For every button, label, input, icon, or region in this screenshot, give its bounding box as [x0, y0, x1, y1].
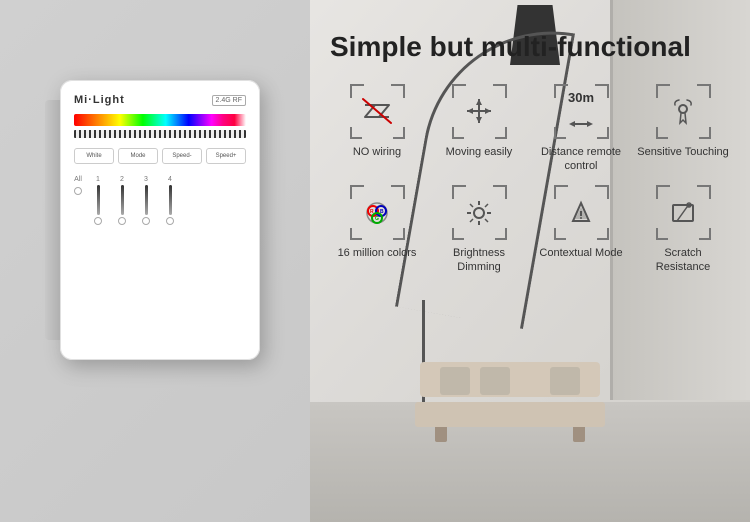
- sofa-leg-left: [435, 427, 447, 442]
- feature-contextual-mode: Contextual Mode: [534, 185, 628, 275]
- distance-value: 30m: [568, 90, 594, 105]
- contextual-icon-box: [554, 185, 609, 240]
- distance-icon-box: 30m: [554, 84, 609, 139]
- sofa-legs: [430, 427, 590, 442]
- mode-buttons-row: White Mode Speed- Speed+: [74, 148, 246, 164]
- zone-1-button[interactable]: [94, 217, 102, 225]
- no-wiring-icon: [361, 95, 393, 127]
- svg-text:G: G: [375, 216, 379, 222]
- device-header: Mi·Light 2.4G RF: [74, 94, 246, 106]
- contextual-icon: [565, 197, 597, 229]
- milight-device: Mi·Light 2.4G RF White Mode Speed- Speed…: [60, 80, 260, 360]
- feature-sensitive-touching: Sensitive Touching: [636, 84, 730, 174]
- zone-2-button[interactable]: [118, 217, 126, 225]
- feature-scratch-resistance: Scratch Resistance: [636, 185, 730, 275]
- feature-no-wiring: NO wiring: [330, 84, 424, 174]
- contextual-mode-label: Contextual Mode: [539, 246, 622, 260]
- distance-icon: [565, 102, 597, 134]
- brightness-bar: [74, 130, 246, 138]
- brightness-icon-box: [452, 185, 507, 240]
- touch-icon: [667, 95, 699, 127]
- brand-name: Mi·Light: [74, 94, 125, 106]
- zone-all-button[interactable]: [74, 187, 82, 195]
- feature-16million-colors: R B G 16 million colors: [330, 185, 424, 275]
- speed-minus-button[interactable]: Speed-: [162, 148, 202, 164]
- zone-2-control: 2: [118, 176, 126, 225]
- touch-icon-box: [656, 84, 711, 139]
- zone-3-control: 3: [142, 176, 150, 225]
- sofa-seat: [415, 402, 605, 427]
- features-section: Simple but multi-functional NO wiring: [330, 30, 730, 275]
- brightness-dimming-label: Brightness Dimming: [432, 246, 526, 275]
- move-icon: [463, 95, 495, 127]
- colors-label: 16 million colors: [338, 246, 417, 260]
- svg-text:B: B: [380, 209, 384, 215]
- scratch-icon: [667, 197, 699, 229]
- white-button[interactable]: White: [74, 148, 114, 164]
- feature-brightness-dimming: Brightness Dimming: [432, 185, 526, 275]
- speed-plus-button[interactable]: Speed+: [206, 148, 246, 164]
- colors-icon: R B G: [361, 197, 393, 229]
- sensitive-touching-label: Sensitive Touching: [637, 145, 729, 159]
- no-wiring-label: NO wiring: [353, 145, 401, 159]
- moving-easily-icon-box: [452, 84, 507, 139]
- colors-icon-box: R B G: [350, 185, 405, 240]
- pillow-left: [440, 367, 470, 395]
- no-wiring-icon-box: [350, 84, 405, 139]
- zone-4-control: 4: [166, 176, 174, 225]
- zone-3-button[interactable]: [142, 217, 150, 225]
- zone-4-button[interactable]: [166, 217, 174, 225]
- feature-moving-easily: Moving easily: [432, 84, 526, 174]
- pillow-right: [550, 367, 580, 395]
- color-spectrum-bar: [74, 114, 246, 126]
- svg-text:R: R: [370, 209, 374, 215]
- rf-badge: 2.4G RF: [212, 95, 246, 106]
- zone-all-label: All: [74, 176, 82, 183]
- moving-easily-label: Moving easily: [446, 145, 513, 159]
- feature-distance-remote: 30m Distance remote control: [534, 84, 628, 174]
- distance-remote-label: Distance remote control: [534, 145, 628, 174]
- brightness-icon: [463, 197, 495, 229]
- scratch-icon-box: [656, 185, 711, 240]
- features-grid: NO wiring Moving easily 30m: [330, 84, 730, 275]
- headline: Simple but multi-functional: [330, 30, 730, 64]
- zone-1-control: 1: [94, 176, 102, 225]
- pillow-center: [480, 367, 510, 395]
- scratch-resistance-label: Scratch Resistance: [636, 246, 730, 275]
- sofa: [420, 362, 600, 442]
- sofa-leg-right: [573, 427, 585, 442]
- mode-button[interactable]: Mode: [118, 148, 158, 164]
